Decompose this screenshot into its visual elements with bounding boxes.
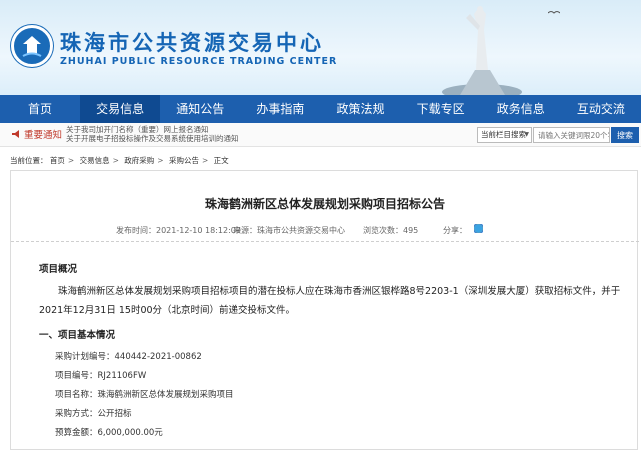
search-button[interactable]: 搜索 — [611, 127, 639, 143]
nav-item-interaction[interactable]: 互动交流 — [561, 95, 641, 123]
site-title: 珠海市公共资源交易中心 — [60, 30, 324, 55]
breadcrumb-separator: > — [157, 156, 164, 165]
field-procurement-method: 采购方式：公开招标 — [55, 409, 132, 419]
article-panel: 珠海鹤洲新区总体发展规划采购项目招标公告 发布时间：2021-12-10 18:… — [10, 170, 639, 450]
nav-item-notices[interactable]: 通知公告 — [160, 95, 240, 123]
notice-link[interactable]: 关于我司加开门名称（重要）网上报名通知 — [66, 125, 246, 134]
field-project-number: 项目编号：RJ21106FW — [55, 371, 147, 381]
breadcrumb-item-current: 正文 — [213, 156, 229, 165]
search-input[interactable] — [533, 127, 610, 143]
breadcrumb-item-gov-procurement[interactable]: 政府采购 — [124, 156, 154, 165]
notice-ticker: 关于我司加开门名称（重要）网上报名通知 关于开展电子招投标操作及交易系统使用培训… — [66, 123, 246, 147]
overview-paragraph: 珠海鹤洲新区总体发展规划采购项目招标项目的潜在投标人应在珠海市香洲区银桦路8号2… — [39, 286, 621, 316]
main-nav: 首页 交易信息 通知公告 办事指南 政策法规 下载专区 政务信息 互动交流 — [0, 95, 641, 123]
seagull-icon — [548, 11, 560, 14]
notice-search-bar: 重要通知 关于我司加开门名称（重要）网上报名通知 关于开展电子招投标操作及交易系… — [0, 123, 641, 147]
header-banner: 珠海市公共资源交易中心 ZHUHAI PUBLIC RESOURCE TRADI… — [0, 0, 641, 95]
nav-item-policy[interactable]: 政策法规 — [321, 95, 401, 123]
notice-link[interactable]: 关于开展电子招投标操作及交易系统使用培训的通知 — [66, 134, 246, 143]
breadcrumb-separator: > — [112, 156, 119, 165]
meta-divider — [11, 241, 639, 242]
megaphone-icon — [12, 130, 19, 138]
nav-item-downloads[interactable]: 下载专区 — [401, 95, 481, 123]
site-logo[interactable] — [11, 25, 53, 67]
article-meta: 发布时间：2021-12-10 18:12:09 来源：珠海市公共资源交易中心 … — [11, 224, 639, 247]
field-project-name: 项目名称：珠海鹤洲新区总体发展规划采购项目 — [55, 390, 234, 400]
breadcrumb-item-home[interactable]: 首页 — [50, 156, 65, 165]
breadcrumb-item-trade-info[interactable]: 交易信息 — [80, 156, 110, 165]
site-subtitle: ZHUHAI PUBLIC RESOURCE TRADING CENTER — [60, 56, 338, 67]
search-scope-select[interactable]: 当前栏目搜索 — [477, 127, 532, 143]
nav-item-home[interactable]: 首页 — [0, 95, 80, 123]
breadcrumb-separator: > — [201, 156, 209, 165]
logo-emblem-icon — [22, 36, 42, 57]
article-title: 珠海鹤洲新区总体发展规划采购项目招标公告 — [204, 197, 445, 211]
fisher-girl-statue-icon — [442, 6, 522, 95]
nav-item-trade-info[interactable]: 交易信息 — [80, 95, 161, 123]
breadcrumb: 当前位置： 首页 > 交易信息 > 政府采购 > 采购公告 > 正文 — [10, 155, 229, 166]
article-body: 项目概况 珠海鹤洲新区总体发展规划采购项目招标项目的潜在投标人应在珠海市香洲区银… — [39, 261, 639, 443]
overview-heading: 项目概况 — [39, 264, 78, 275]
publish-time: 发布时间：2021-12-10 18:12:09 — [116, 226, 241, 235]
field-plan-number: 采购计划编号：440442-2021-00862 — [55, 352, 202, 362]
breadcrumb-label: 当前位置： — [10, 156, 48, 165]
share-tencent-icon[interactable] — [474, 224, 483, 233]
breadcrumb-separator: > — [67, 156, 75, 165]
basic-info-heading: 一、项目基本情况 — [39, 330, 116, 341]
view-count: 浏览次数：495 — [363, 226, 419, 235]
field-budget: 预算金额：6,000,000.00元 — [55, 428, 163, 438]
nav-item-government-info[interactable]: 政务信息 — [481, 95, 561, 123]
article-source: 来源：珠海市公共资源交易中心 — [233, 226, 345, 235]
nav-item-guide[interactable]: 办事指南 — [240, 95, 320, 123]
share-label: 分享： — [443, 226, 467, 235]
breadcrumb-item-procurement-notice[interactable]: 采购公告 — [169, 156, 199, 165]
notice-label: 重要通知 — [24, 130, 63, 141]
